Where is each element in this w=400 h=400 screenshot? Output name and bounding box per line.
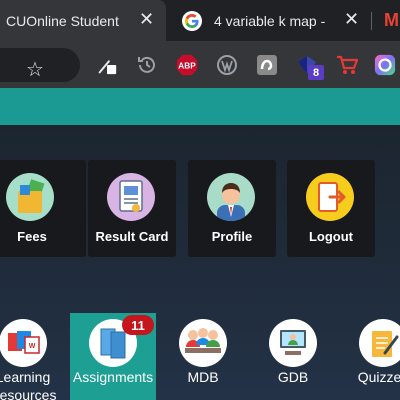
adblock-plus-icon[interactable]: ABP (176, 54, 198, 76)
address-bar[interactable]: ☆ (0, 48, 80, 82)
quizzes-icon (359, 319, 400, 367)
svg-text:W: W (29, 343, 36, 350)
cart-extension-icon[interactable] (336, 54, 358, 76)
gem-extension-badge: 8 (308, 65, 324, 80)
fees-icon (6, 173, 54, 221)
mdb-tile[interactable]: MDB (160, 319, 246, 400)
mdb-label: MDB (187, 369, 219, 385)
fees-label: Fees (17, 229, 47, 244)
learning-resources-tile[interactable]: W Learning Resources (0, 319, 66, 400)
edit-extension-icon[interactable] (96, 54, 118, 76)
browser-tab-strip: CUOnline Student ✕ 4 variable k map - ✕ … (0, 0, 400, 41)
gdb-tile[interactable]: GDB (250, 319, 336, 400)
fees-card[interactable]: Fees (0, 160, 86, 257)
wordpress-icon[interactable] (216, 54, 238, 76)
close-tab-icon[interactable]: ✕ (344, 9, 359, 30)
close-tab-icon[interactable]: ✕ (139, 9, 154, 30)
gmail-icon[interactable]: M (384, 10, 399, 31)
history-extension-icon[interactable] (136, 54, 158, 76)
result-card-card[interactable]: Result Card (88, 160, 176, 257)
gdb-icon (269, 319, 317, 367)
profile-avatar-icon (207, 173, 255, 221)
tab-separator (371, 12, 372, 30)
quizzes-label: Quizzes (357, 369, 400, 385)
portal-header-bar (0, 88, 400, 125)
gdb-label: GDB (277, 369, 309, 385)
puzzle-extension-icon[interactable] (256, 54, 278, 76)
logout-icon (306, 173, 354, 221)
assignments-count-badge: 11 (122, 315, 154, 335)
result-card-label: Result Card (95, 229, 169, 244)
quizzes-tile[interactable]: Quizzes (340, 319, 400, 400)
profile-label: Profile (211, 229, 253, 244)
tab-cuonline[interactable]: CUOnline Student ✕ (0, 0, 166, 41)
learning-resources-label-line1: Learning (0, 369, 51, 385)
logout-card[interactable]: Logout (287, 160, 375, 257)
bookmark-star-icon[interactable]: ☆ (26, 57, 44, 82)
profile-card[interactable]: Profile (188, 160, 276, 257)
learning-resources-label-line2: Resources (0, 387, 57, 400)
mdb-icon (179, 319, 227, 367)
assignments-tile[interactable]: 11 Assignments (70, 313, 156, 400)
result-card-icon (107, 173, 155, 221)
tab-title: CUOnline Student (6, 12, 119, 29)
tab-title: 4 variable k map - (214, 12, 326, 29)
adblock-plus-label: ABP (178, 62, 196, 71)
logout-label: Logout (308, 229, 354, 244)
learning-resources-icon: W (0, 319, 47, 367)
dashboard-content: Fees Result Card Profile Logout W Learni… (0, 125, 400, 400)
learning-resources-label: Learning Resources (0, 368, 66, 400)
ring-extension-icon[interactable] (374, 54, 396, 76)
browser-toolbar: ☆ ABP 8 (0, 41, 400, 88)
tab-kmap[interactable]: 4 variable k map - ✕ (172, 0, 368, 41)
google-icon (182, 10, 202, 31)
assignments-label: Assignments (72, 369, 154, 385)
